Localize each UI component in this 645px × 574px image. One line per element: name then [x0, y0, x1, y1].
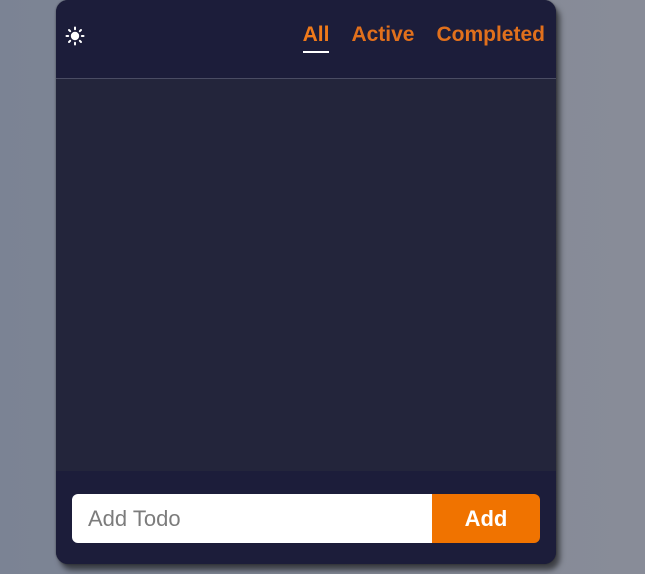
add-button[interactable]: Add: [432, 494, 540, 543]
add-todo-form: Add: [72, 494, 540, 543]
add-todo-input[interactable]: [72, 494, 432, 543]
filter-tab-all[interactable]: All: [302, 22, 330, 53]
app-header: All Active Completed: [56, 0, 556, 79]
filter-tabs: All Active Completed: [302, 22, 545, 53]
todo-list: [56, 79, 556, 471]
theme-toggle-button[interactable]: [64, 25, 86, 47]
todo-app-card: All Active Completed Add: [56, 0, 556, 564]
sun-icon: [65, 26, 85, 46]
filter-tab-completed[interactable]: Completed: [436, 22, 545, 53]
filter-tab-active[interactable]: Active: [351, 22, 414, 53]
app-footer: Add: [56, 471, 556, 564]
